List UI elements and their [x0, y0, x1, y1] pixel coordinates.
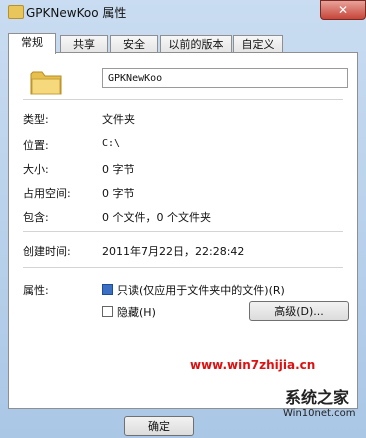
hidden-checkbox[interactable] — [102, 306, 113, 317]
general-panel: GPKNewKoo 类型: 文件夹 位置: C:\ 大小: 0 字节 占用空间:… — [8, 52, 358, 409]
windows-logo: Win7 — [205, 384, 268, 409]
properties-window: GPKNewKoo 属性 ✕ 常规 共享 安全 以前的版本 自定义 GPKNew… — [0, 0, 366, 438]
tab-security[interactable]: 安全 — [110, 35, 158, 53]
hidden-label[interactable]: 隐藏(H) — [117, 304, 156, 320]
contains-label: 包含: — [23, 211, 49, 224]
watermark-logo: Win7 系统之家 Win10net.com — [205, 380, 365, 430]
watermark-brand: 系统之家 — [285, 388, 350, 407]
size-on-disk-label: 占用空间: — [23, 187, 71, 200]
title-bar: GPKNewKoo 属性 ✕ — [0, 0, 366, 28]
watermark-url2: Win10net.com — [283, 408, 356, 419]
divider — [23, 231, 343, 232]
readonly-checkbox[interactable] — [102, 284, 113, 295]
created-value: 2011年7月22日，22:28:42 — [102, 245, 245, 258]
tab-customize[interactable]: 自定义 — [233, 35, 283, 53]
size-label: 大小: — [23, 163, 49, 176]
folder-icon — [8, 5, 24, 19]
folder-icon — [30, 71, 62, 95]
location-value: C:\ — [102, 138, 121, 149]
tab-general[interactable]: 常规 — [8, 33, 56, 54]
attributes-label: 属性: — [23, 284, 49, 297]
created-label: 创建时间: — [23, 245, 71, 258]
location-label: 位置: — [23, 139, 49, 152]
type-value: 文件夹 — [102, 113, 135, 126]
size-value: 0 字节 — [102, 163, 135, 176]
watermark-url: www.win7zhijia.cn — [190, 358, 316, 372]
readonly-label[interactable]: 只读(仅应用于文件夹中的文件)(R) — [117, 282, 285, 298]
advanced-button[interactable]: 高级(D)... — [249, 301, 349, 321]
ok-button[interactable]: 确定 — [124, 416, 194, 436]
contains-value: 0 个文件，0 个文件夹 — [102, 211, 211, 224]
divider — [23, 99, 343, 100]
window-title: GPKNewKoo 属性 — [26, 6, 127, 20]
size-on-disk-value: 0 字节 — [102, 187, 135, 200]
close-button[interactable]: ✕ — [320, 0, 366, 20]
type-label: 类型: — [23, 113, 49, 126]
tab-sharing[interactable]: 共享 — [60, 35, 108, 53]
divider — [23, 267, 343, 268]
tab-previous-versions[interactable]: 以前的版本 — [160, 35, 232, 53]
folder-name-input[interactable]: GPKNewKoo — [102, 68, 348, 88]
